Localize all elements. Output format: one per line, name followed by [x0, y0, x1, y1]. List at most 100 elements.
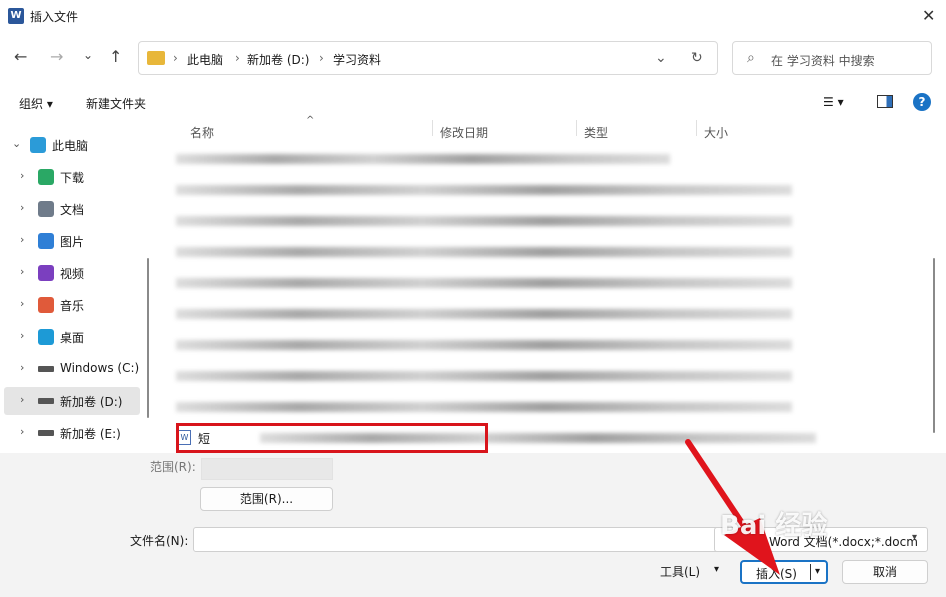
chevron-icon[interactable]: ⌄ [12, 137, 21, 150]
sidebar-item[interactable]: ⌄ 此电脑 [4, 131, 140, 159]
sidebar-item[interactable]: › 文档 [4, 195, 140, 223]
insert-label: 插入(S) [756, 567, 797, 581]
column-divider [696, 120, 697, 136]
tools-dropdown-icon[interactable]: ▾ [714, 564, 719, 575]
music-icon [38, 297, 54, 313]
column-header-size[interactable]: 大小 [704, 124, 728, 141]
sidebar-item-label: 此电脑 [52, 139, 89, 153]
word-icon: W [8, 8, 24, 24]
breadcrumb-drive-d[interactable]: 新加卷 (D:) [247, 51, 309, 68]
chevron-icon[interactable]: › [20, 169, 24, 182]
sidebar-item[interactable]: › 图片 [4, 227, 140, 255]
organize-menu[interactable]: 组织 ▾ [19, 95, 53, 112]
chevron-icon[interactable]: › [20, 297, 24, 310]
search-box[interactable]: ⌕ 在 学习资料 中搜索 [732, 41, 932, 75]
column-header-modified[interactable]: 修改日期 [440, 124, 488, 141]
sidebar-item[interactable]: › 桌面 [4, 323, 140, 351]
breadcrumb-separator: › [173, 51, 178, 65]
breadcrumb-separator: › [319, 51, 324, 65]
sidebar-item-label: 新加卷 (E:) [60, 427, 121, 441]
preview-pane-icon[interactable] [877, 95, 893, 108]
drive-c-icon [38, 366, 54, 372]
highlight-box [176, 423, 488, 453]
sidebar-item-label: 音乐 [60, 299, 85, 313]
blurred-file-row[interactable] [176, 154, 670, 164]
blurred-file-row[interactable] [176, 309, 792, 319]
sidebar-item[interactable]: › 视频 [4, 259, 140, 287]
filename-label: 文件名(N): [130, 534, 189, 548]
desktop-icon [38, 329, 54, 345]
address-dropdown-icon[interactable]: ⌄ [655, 50, 667, 66]
sidebar-item[interactable]: › 新加卷 (E:) [4, 419, 140, 447]
window-title: 插入文件 [30, 10, 79, 24]
document-icon [38, 201, 54, 217]
search-icon: ⌕ [747, 50, 755, 66]
refresh-icon[interactable]: ↻ [691, 50, 703, 66]
column-divider [576, 120, 577, 136]
insert-button[interactable]: 插入(S) ▾ [740, 560, 828, 584]
tools-menu[interactable]: 工具(L) [660, 563, 700, 580]
cancel-button[interactable]: 取消 [842, 560, 928, 584]
drive-e-icon [38, 430, 54, 436]
blurred-file-row[interactable] [176, 340, 792, 350]
filename-input[interactable] [193, 527, 727, 552]
blurred-file-row[interactable] [176, 185, 792, 195]
help-icon[interactable]: ? [913, 93, 931, 111]
column-header-type[interactable]: 类型 [584, 124, 608, 141]
close-icon[interactable]: ✕ [922, 6, 935, 25]
drive-d-icon [38, 398, 54, 404]
sidebar-item-label: Windows (C:) [60, 361, 140, 375]
range-field [201, 458, 333, 480]
new-folder-button[interactable]: 新建文件夹 [86, 95, 146, 112]
up-icon[interactable]: ↑ [109, 47, 122, 66]
sidebar-item-label: 桌面 [60, 331, 85, 345]
blurred-file-row[interactable] [176, 247, 792, 257]
file-list-scrollbar[interactable] [933, 258, 935, 433]
chevron-icon[interactable]: › [20, 265, 24, 278]
sidebar-item[interactable]: › 下载 [4, 163, 140, 191]
address-bar[interactable]: › 此电脑 › 新加卷 (D:) › 学习资料 ⌄ ↻ [138, 41, 718, 75]
sidebar-item[interactable]: › 音乐 [4, 291, 140, 319]
chevron-icon[interactable]: › [20, 393, 24, 406]
folder-icon [147, 51, 165, 65]
sidebar-item-label: 文档 [60, 203, 85, 217]
sidebar-item-label: 视频 [60, 267, 85, 281]
sidebar-item[interactable]: › Windows (C:) [4, 355, 140, 383]
pc-icon [30, 137, 46, 153]
sidebar-scrollbar[interactable] [147, 258, 149, 418]
breadcrumb-separator: › [235, 51, 240, 65]
sidebar-item[interactable]: › 新加卷 (D:) [4, 387, 140, 415]
chevron-icon[interactable]: › [20, 201, 24, 214]
video-icon [38, 265, 54, 281]
baidu-watermark: Bai 经验 [720, 511, 828, 541]
recent-locations-icon[interactable]: ⌄ [83, 48, 93, 62]
picture-icon [38, 233, 54, 249]
column-divider [432, 120, 433, 136]
chevron-icon[interactable]: › [20, 329, 24, 342]
blurred-file-row[interactable] [176, 278, 792, 288]
breadcrumb-this-pc[interactable]: 此电脑 [187, 51, 223, 68]
chevron-icon[interactable]: › [20, 425, 24, 438]
title-bar: W 插入文件 ✕ [0, 0, 946, 32]
column-header-name[interactable]: 名称 [190, 124, 214, 141]
blurred-file-row[interactable] [176, 402, 792, 412]
forward-icon[interactable]: → [50, 47, 63, 66]
split-divider [810, 564, 811, 580]
sidebar-item-label: 下载 [60, 171, 85, 185]
blurred-file-row[interactable] [176, 216, 792, 226]
sidebar-item-label: 图片 [60, 235, 85, 249]
view-menu-icon[interactable]: ☰ ▾ [823, 95, 844, 109]
sidebar-item-label: 新加卷 (D:) [60, 395, 123, 409]
download-icon [38, 169, 54, 185]
navigation-pane: ⌄ 此电脑 › 下载 › 文档 › 图片 › 视频 › 音乐 › 桌面 › Windows (C:) › 新加卷 … [0, 125, 148, 453]
search-input[interactable]: 在 学习资料 中搜索 [771, 52, 875, 69]
insert-dropdown-icon[interactable]: ▾ [815, 566, 820, 577]
chevron-icon[interactable]: › [20, 233, 24, 246]
chevron-icon[interactable]: › [20, 361, 24, 374]
range-button[interactable]: 范围(R)... [200, 487, 333, 511]
breadcrumb-study-materials[interactable]: 学习资料 [333, 51, 381, 68]
back-icon[interactable]: ← [14, 47, 27, 66]
blurred-file-row[interactable] [176, 371, 792, 381]
filetype-dropdown-icon[interactable]: ▾ [912, 532, 917, 543]
sort-indicator-icon: ^ [306, 115, 315, 126]
